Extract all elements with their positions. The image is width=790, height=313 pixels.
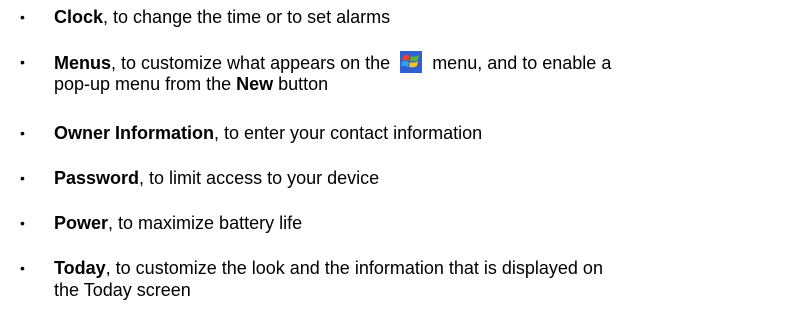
term-power: Power: [54, 213, 109, 233]
description-menus-part1: , to customize what appears on the: [111, 53, 396, 73]
description-today: , to customize the look and the informat…: [105, 258, 603, 278]
description-menus-part2: menu, and to enable a: [427, 53, 612, 73]
term-password: Password: [54, 168, 140, 188]
description-power: , to maximize battery life: [108, 213, 303, 233]
bullet: •: [20, 170, 25, 186]
bullet: •: [20, 215, 25, 231]
description-today-line2: the Today screen: [54, 280, 191, 300]
bullet: •: [20, 9, 25, 25]
term-today: Today: [54, 258, 106, 278]
term-owner-information: Owner Information: [54, 123, 215, 143]
new-button-label: New: [236, 74, 274, 94]
bullet: •: [20, 260, 25, 276]
description-password: , to limit access to your device: [139, 168, 380, 188]
description-menus-line2-a: pop-up menu from the: [54, 74, 237, 94]
term-clock: Clock: [54, 7, 104, 27]
bullet: •: [20, 54, 25, 70]
description-clock: , to change the time or to set alarms: [103, 7, 391, 27]
term-menus: Menus: [54, 53, 112, 73]
settings-bullet-list: • Clock, to change the time or to set al…: [0, 0, 790, 313]
bullet: •: [20, 125, 25, 141]
description-owner-information: , to enter your contact information: [214, 123, 483, 143]
description-menus-line2-b: button: [273, 74, 329, 94]
windows-flag-icon: [400, 51, 423, 73]
